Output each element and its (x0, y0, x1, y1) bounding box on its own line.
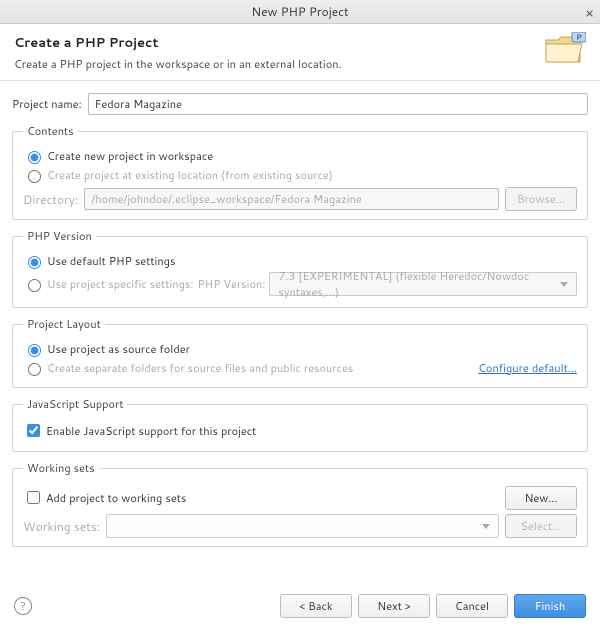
browse-button: Browse... (505, 187, 577, 211)
js-support-group: JavaScript Support Enable JavaScript sup… (12, 396, 588, 452)
php-folder-icon: P (544, 32, 586, 70)
banner-heading: Create a PHP Project (14, 34, 586, 52)
radio-specific-php-label: Use project specific settings: (47, 276, 193, 292)
php-version-dropdown: 7.3 [EXPERIMENTAL] (flexible Heredoc/Now… (269, 272, 577, 296)
wizard-footer: ? < Back Next > Cancel Finish (0, 582, 600, 630)
window-title: New PHP Project (251, 3, 348, 20)
banner-subtitle: Create a PHP project in the workspace or… (14, 56, 586, 72)
svg-text:P: P (576, 32, 582, 43)
chevron-down-icon (560, 282, 568, 287)
working-sets-label: Working sets: (23, 518, 100, 535)
radio-specific-php-input[interactable] (28, 279, 41, 292)
help-icon[interactable]: ? (14, 597, 32, 615)
radio-source-folder-label: Use project as source folder (47, 341, 190, 357)
php-version-legend: PHP Version (23, 228, 96, 244)
checkbox-js-support-label: Enable JavaScript support for this proje… (46, 423, 256, 439)
radio-separate-folders-input[interactable] (28, 363, 41, 376)
project-name-label: Project name: (12, 96, 82, 112)
checkbox-js-support-input[interactable] (27, 424, 40, 437)
checkbox-add-working-sets-input[interactable] (27, 491, 40, 504)
new-working-set-button[interactable]: New... (505, 486, 577, 510)
radio-new-project-label: Create new project in workspace (47, 148, 213, 164)
radio-existing-location-label: Create project at existing location (fro… (47, 167, 333, 183)
project-layout-group: Project Layout Use project as source fol… (12, 316, 588, 388)
checkbox-js-support[interactable]: Enable JavaScript support for this proje… (23, 421, 577, 440)
php-version-group: PHP Version Use default PHP settings Use… (12, 228, 588, 308)
radio-default-php-input[interactable] (28, 256, 41, 269)
next-button[interactable]: Next > (358, 594, 430, 618)
working-sets-legend: Working sets (23, 460, 99, 476)
configure-default-link[interactable]: Configure default... (478, 360, 577, 376)
working-sets-dropdown (106, 514, 499, 538)
php-version-value: 7.3 [EXPERIMENTAL] (flexible Heredoc/Now… (278, 268, 560, 300)
project-name-input[interactable] (88, 93, 588, 115)
wizard-banner: Create a PHP Project Create a PHP projec… (0, 24, 600, 81)
project-name-row: Project name: (12, 93, 588, 115)
radio-new-project[interactable]: Create new project in workspace (23, 148, 577, 164)
radio-default-php[interactable]: Use default PHP settings (23, 253, 577, 269)
radio-existing-location-input[interactable] (28, 170, 41, 183)
back-button[interactable]: < Back (280, 594, 352, 618)
radio-source-folder-input[interactable] (28, 344, 41, 357)
select-working-set-button: Select... (505, 514, 577, 538)
title-bar: New PHP Project × (0, 0, 600, 24)
radio-existing-location[interactable]: Create project at existing location (fro… (23, 167, 577, 183)
radio-new-project-input[interactable] (28, 151, 41, 164)
php-version-label: PHP Version: (197, 276, 265, 292)
checkbox-add-working-sets[interactable]: Add project to working sets (23, 488, 186, 507)
contents-group: Contents Create new project in workspace… (12, 123, 588, 220)
chevron-down-icon (482, 524, 490, 529)
js-support-legend: JavaScript Support (23, 396, 127, 412)
cancel-button[interactable]: Cancel (436, 594, 508, 618)
radio-source-folder[interactable]: Use project as source folder (23, 341, 577, 357)
directory-label: Directory: (23, 191, 78, 208)
radio-separate-folders-label: Create separate folders for source files… (47, 360, 353, 376)
radio-default-php-label: Use default PHP settings (47, 253, 175, 269)
checkbox-add-working-sets-label: Add project to working sets (46, 490, 186, 506)
working-sets-group: Working sets Add project to working sets… (12, 460, 588, 547)
directory-input (84, 188, 499, 210)
project-layout-legend: Project Layout (23, 316, 105, 332)
finish-button[interactable]: Finish (514, 594, 586, 618)
close-icon[interactable]: × (585, 3, 594, 23)
contents-legend: Contents (23, 123, 78, 139)
